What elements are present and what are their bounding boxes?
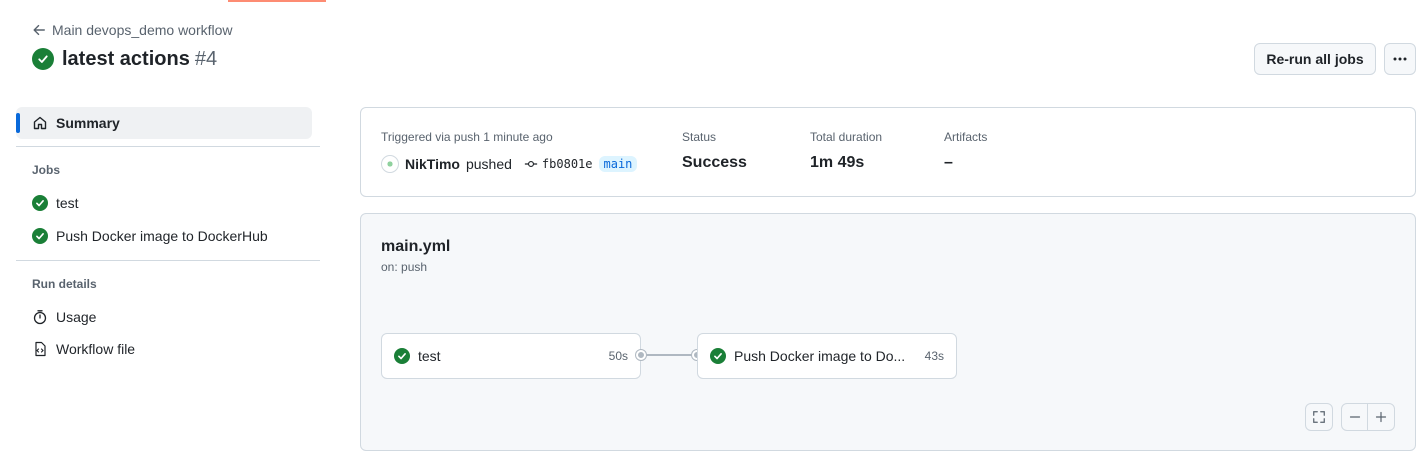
job-name: test: [418, 348, 441, 364]
sidebar-job-test[interactable]: test: [32, 193, 79, 213]
fullscreen-icon: [1313, 411, 1325, 423]
zoom-in-button[interactable]: [1368, 404, 1394, 430]
trigger-details: NikTimo pushed fb0801e main: [381, 154, 638, 174]
back-to-workflow-link[interactable]: Main devops_demo workflow: [32, 20, 233, 40]
workflow-file-label: Workflow file: [56, 341, 136, 357]
avatar[interactable]: [381, 155, 399, 173]
run-title: latest actions: [62, 47, 190, 70]
fullscreen-button[interactable]: [1305, 403, 1333, 431]
sidebar-divider: [16, 260, 320, 261]
rerun-all-jobs-button[interactable]: Re-run all jobs: [1254, 43, 1376, 75]
plus-icon: [1375, 411, 1387, 423]
artifacts-value: –: [944, 154, 953, 171]
actor-name[interactable]: NikTimo: [405, 156, 460, 172]
active-indicator: [16, 113, 20, 133]
branch-badge[interactable]: main: [598, 156, 638, 172]
back-link-label: Main devops_demo workflow: [52, 22, 233, 38]
more-options-button[interactable]: [1384, 43, 1416, 75]
workflow-trigger: on: push: [381, 260, 428, 274]
graph-job-push-docker[interactable]: Push Docker image to Do... 43s: [697, 333, 957, 379]
sidebar-job-label: Push Docker image to DockerHub: [56, 228, 268, 244]
run-summary-card: Triggered via push 1 minute ago NikTimo …: [360, 107, 1416, 197]
run-details-heading: Run details: [32, 277, 97, 291]
stopwatch-icon: [33, 310, 47, 325]
arrow-left-icon: [33, 24, 45, 36]
kebab-horizontal-icon: [1393, 57, 1407, 61]
success-check-icon: [32, 48, 54, 70]
job-duration: 50s: [608, 349, 628, 363]
duration-label: Total duration: [810, 130, 883, 144]
minus-icon: [1349, 416, 1360, 418]
page-title: latest actions #4: [32, 46, 217, 72]
run-number: #4: [194, 47, 218, 70]
zoom-controls: [1341, 403, 1395, 431]
status-value: Success: [682, 154, 747, 171]
graph-job-test[interactable]: test 50s: [381, 333, 641, 379]
trigger-label: Triggered via push 1 minute ago: [381, 130, 553, 144]
sidebar-summary-label: Summary: [56, 115, 120, 131]
file-code-icon: [35, 341, 46, 357]
job-duration: 43s: [924, 349, 944, 363]
action-text: pushed: [465, 156, 512, 172]
connector-dot: [636, 350, 646, 360]
active-tab-underline: [228, 0, 326, 2]
duration-value: 1m 49s: [810, 154, 865, 171]
sidebar-item-workflow-file[interactable]: Workflow file: [32, 339, 135, 359]
sidebar-item-usage[interactable]: Usage: [32, 307, 96, 327]
commit-link[interactable]: fb0801e: [524, 157, 593, 171]
success-check-icon: [394, 348, 410, 364]
sidebar-item-summary[interactable]: Summary: [16, 107, 312, 139]
usage-label: Usage: [56, 309, 97, 325]
workflow-file-name: main.yml: [381, 238, 451, 255]
sidebar-job-push-docker[interactable]: Push Docker image to DockerHub: [32, 226, 268, 246]
home-icon: [33, 116, 47, 130]
job-connector: [641, 354, 697, 356]
artifacts-label: Artifacts: [944, 130, 988, 144]
status-label: Status: [682, 130, 717, 144]
sidebar-divider: [16, 146, 320, 147]
job-name: Push Docker image to Do...: [734, 348, 906, 364]
sidebar-job-label: test: [56, 195, 79, 211]
git-commit-icon: [524, 160, 538, 168]
success-check-icon: [32, 195, 48, 211]
zoom-out-button[interactable]: [1342, 404, 1369, 430]
success-check-icon: [710, 348, 726, 364]
jobs-heading: Jobs: [32, 163, 61, 177]
workflow-graph: main.yml on: push test 50s Push Docker i…: [360, 213, 1416, 451]
commit-sha: fb0801e: [541, 157, 593, 171]
success-check-icon: [32, 228, 48, 244]
